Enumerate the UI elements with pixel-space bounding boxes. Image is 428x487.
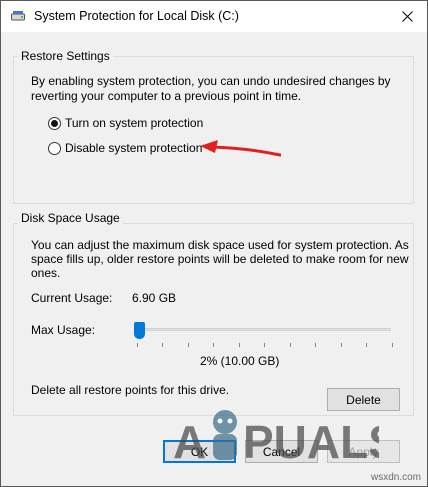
close-icon bbox=[401, 10, 413, 22]
restore-settings-label: Restore Settings bbox=[18, 49, 113, 63]
radio-selected-icon bbox=[48, 116, 61, 130]
dialog-window: System Protection for Local Disk (C:) Re… bbox=[0, 0, 428, 487]
ok-button[interactable]: OK bbox=[163, 440, 236, 463]
disable-protection-label: Disable system protection bbox=[65, 141, 203, 155]
restore-description-line1: By enabling system protection, you can u… bbox=[31, 74, 391, 88]
max-usage-readout: 2% (10.00 GB) bbox=[200, 354, 280, 368]
disable-protection-radio[interactable]: Disable system protection bbox=[48, 141, 202, 155]
max-usage-slider-thumb[interactable] bbox=[134, 322, 145, 339]
max-usage-label: Max Usage: bbox=[31, 323, 96, 337]
title-bar[interactable]: System Protection for Local Disk (C:) bbox=[1, 1, 427, 32]
drive-icon bbox=[11, 10, 25, 22]
disk-description-line3: ones. bbox=[31, 266, 61, 280]
restore-description-line2: reverting your computer to a previous po… bbox=[31, 89, 302, 103]
red-arrow-icon bbox=[200, 140, 281, 157]
current-usage-value: 6.90 GB bbox=[132, 291, 177, 305]
close-button[interactable] bbox=[387, 1, 427, 31]
disk-space-label: Disk Space Usage bbox=[18, 211, 123, 225]
disk-description-line1: You can adjust the maximum disk space us… bbox=[31, 238, 409, 252]
radio-unselected-icon bbox=[48, 141, 61, 155]
slider-ticks bbox=[137, 343, 393, 347]
window-title: System Protection for Local Disk (C:) bbox=[34, 9, 239, 23]
delete-description: Delete all restore points for this drive… bbox=[31, 383, 230, 397]
current-usage-label: Current Usage: bbox=[31, 291, 113, 305]
disk-description-line2: space fills up, older restore points wil… bbox=[31, 252, 409, 266]
delete-button[interactable]: Delete bbox=[327, 388, 400, 411]
watermark-site-text: wsxdn.com bbox=[370, 472, 421, 483]
turn-on-protection-label: Turn on system protection bbox=[65, 116, 204, 130]
cancel-button[interactable]: Cancel bbox=[245, 440, 318, 463]
max-usage-slider-track[interactable] bbox=[135, 328, 391, 331]
apply-button[interactable]: Apply bbox=[327, 440, 400, 463]
turn-on-protection-radio[interactable]: Turn on system protection bbox=[48, 116, 203, 130]
